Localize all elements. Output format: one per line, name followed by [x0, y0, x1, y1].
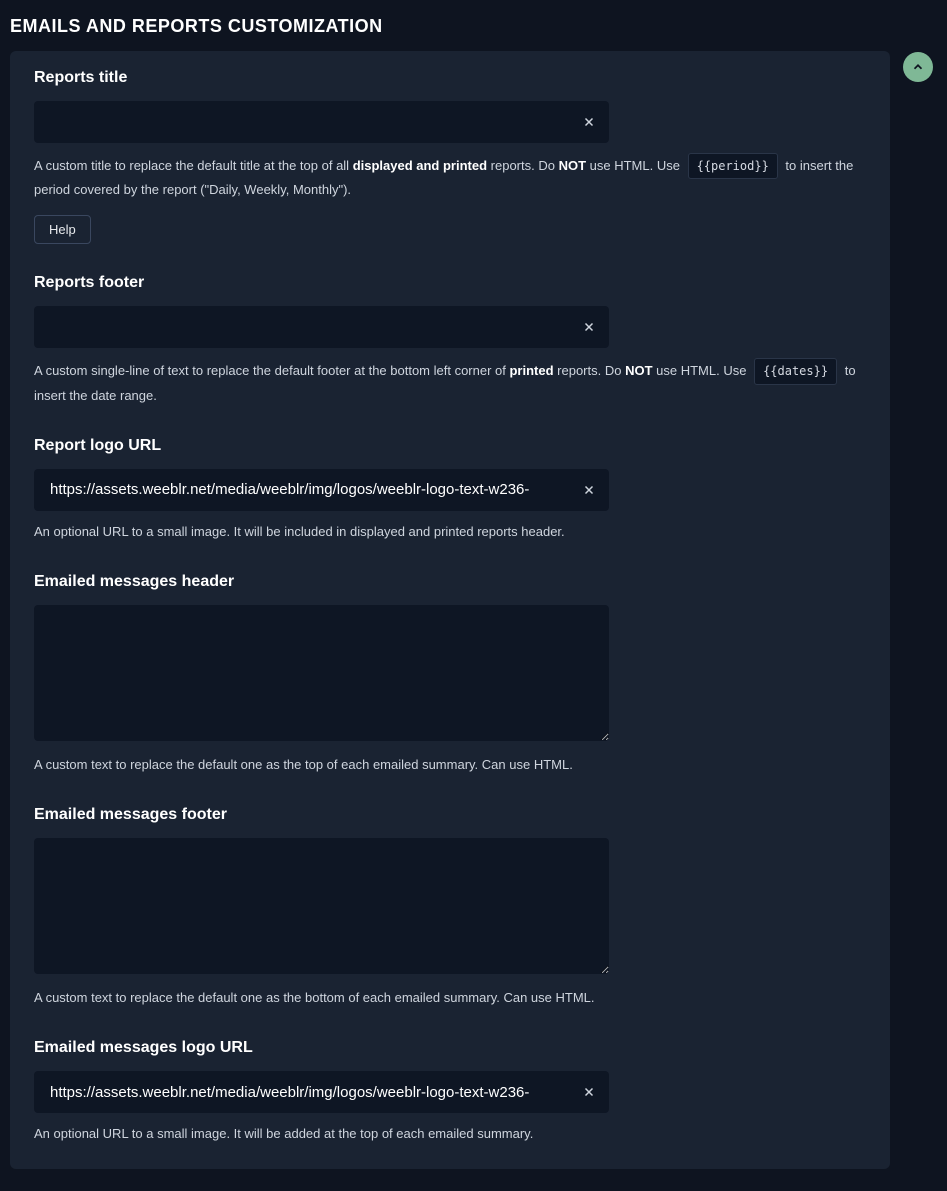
- code-pill-period: {{period}}: [688, 153, 778, 179]
- emailed-footer-label: Emailed messages footer: [34, 806, 866, 824]
- report-logo-url-input[interactable]: [34, 469, 609, 511]
- chevron-up-icon: [911, 60, 925, 74]
- reports-footer-input[interactable]: [34, 306, 609, 348]
- reports-title-input[interactable]: [34, 101, 609, 143]
- settings-panel: Reports title A custom title to replace …: [10, 51, 890, 1169]
- close-icon[interactable]: [579, 480, 599, 500]
- emailed-header-help: A custom text to replace the default one…: [34, 754, 864, 776]
- emailed-footer-textarea[interactable]: [34, 838, 609, 974]
- emailed-header-label: Emailed messages header: [34, 573, 866, 591]
- emailed-logo-url-label: Emailed messages logo URL: [34, 1039, 866, 1057]
- reports-title-help: A custom title to replace the default ti…: [34, 153, 864, 201]
- emailed-footer-help: A custom text to replace the default one…: [34, 987, 864, 1009]
- close-icon[interactable]: [579, 317, 599, 337]
- close-icon[interactable]: [579, 1082, 599, 1102]
- reports-footer-help: A custom single-line of text to replace …: [34, 358, 864, 406]
- close-icon[interactable]: [579, 112, 599, 132]
- report-logo-url-help: An optional URL to a small image. It wil…: [34, 521, 864, 543]
- field-reports-footer: Reports footer A custom single-line of t…: [34, 274, 866, 406]
- field-reports-title: Reports title A custom title to replace …: [34, 69, 866, 244]
- report-logo-url-label: Report logo URL: [34, 437, 866, 455]
- reports-footer-label: Reports footer: [34, 274, 866, 292]
- page-title: EMAILS AND REPORTS CUSTOMIZATION: [10, 16, 937, 37]
- code-pill-dates: {{dates}}: [754, 358, 837, 384]
- field-emailed-header: Emailed messages header A custom text to…: [34, 573, 866, 776]
- emailed-header-textarea[interactable]: [34, 605, 609, 741]
- scroll-to-top-button[interactable]: [903, 52, 933, 82]
- emailed-logo-url-input[interactable]: [34, 1071, 609, 1113]
- reports-title-label: Reports title: [34, 69, 866, 87]
- field-report-logo-url: Report logo URL An optional URL to a sma…: [34, 437, 866, 543]
- field-emailed-footer: Emailed messages footer A custom text to…: [34, 806, 866, 1009]
- help-button[interactable]: Help: [34, 215, 91, 244]
- field-emailed-logo-url: Emailed messages logo URL An optional UR…: [34, 1039, 866, 1145]
- emailed-logo-url-help: An optional URL to a small image. It wil…: [34, 1123, 864, 1145]
